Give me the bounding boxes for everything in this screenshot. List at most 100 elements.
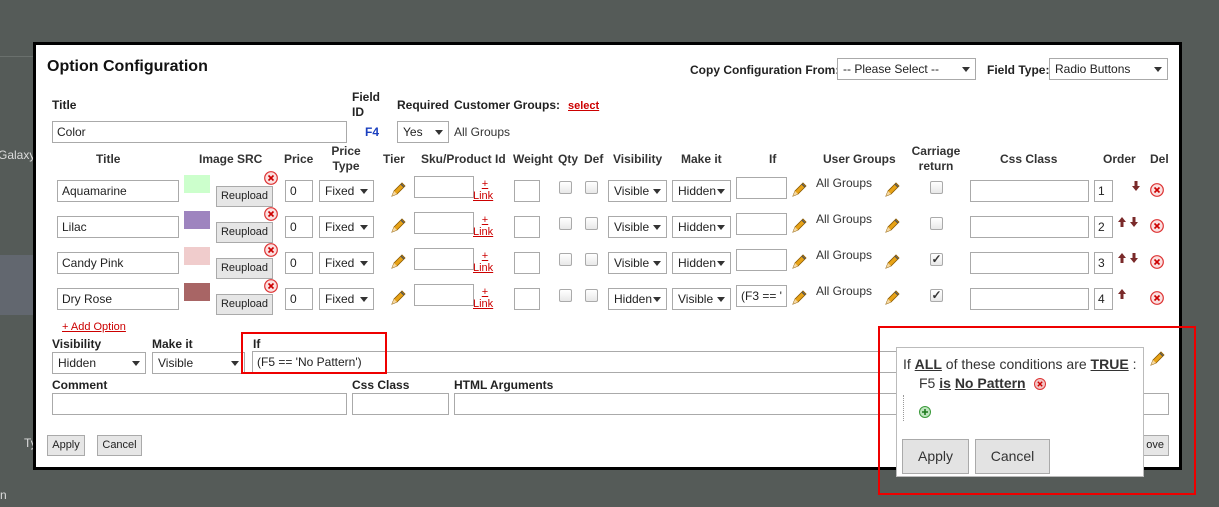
row-visibility-select[interactable]: Visible	[608, 216, 667, 238]
delete-row-icon[interactable]	[1150, 183, 1164, 197]
row-title-input[interactable]	[57, 180, 179, 202]
row-price-input[interactable]	[285, 288, 313, 310]
row-def-checkbox[interactable]	[585, 181, 598, 194]
condition-value[interactable]: No Pattern	[955, 375, 1026, 391]
reupload-button[interactable]: Reupload	[216, 258, 273, 279]
move-down-arrow-icon[interactable]	[1129, 252, 1139, 264]
user-groups-pencil-icon[interactable]	[883, 253, 901, 271]
popup-apply-button[interactable]: Apply	[902, 439, 969, 474]
option-title-input[interactable]	[52, 121, 347, 143]
row-css-class-input[interactable]	[970, 216, 1089, 238]
row-price-type-select[interactable]: Fixed	[319, 216, 374, 238]
row-sku-input[interactable]	[414, 248, 474, 270]
tier-edit-pencil-icon[interactable]	[389, 253, 407, 271]
row-if-input[interactable]	[736, 177, 787, 199]
row-make-it-select[interactable]: Hidden	[672, 252, 731, 274]
row-sku-input[interactable]	[414, 284, 474, 306]
sku-link[interactable]: Link	[473, 262, 493, 274]
row-make-it-select[interactable]: Hidden	[672, 180, 731, 202]
row-visibility-select[interactable]: Visible	[608, 252, 667, 274]
row-def-checkbox[interactable]	[585, 289, 598, 302]
row-weight-input[interactable]	[514, 180, 540, 202]
row-carriage-checkbox[interactable]	[930, 217, 943, 230]
remove-image-icon[interactable]	[264, 171, 278, 185]
tier-edit-pencil-icon[interactable]	[389, 181, 407, 199]
row-css-class-input[interactable]	[970, 180, 1089, 202]
remove-image-icon[interactable]	[264, 279, 278, 293]
row-visibility-select[interactable]: Hidden	[608, 288, 667, 310]
user-groups-pencil-icon[interactable]	[883, 181, 901, 199]
row-price-type-select[interactable]: Fixed	[319, 252, 374, 274]
sku-link[interactable]: Link	[473, 190, 493, 202]
css-class-input[interactable]	[352, 393, 449, 415]
row-qty-checkbox[interactable]	[559, 217, 572, 230]
move-up-arrow-icon[interactable]	[1117, 216, 1127, 228]
row-title-input[interactable]	[57, 288, 179, 310]
row-price-type-select[interactable]: Fixed	[319, 288, 374, 310]
apply-button[interactable]: Apply	[47, 435, 85, 456]
row-price-type-select[interactable]: Fixed	[319, 180, 374, 202]
reupload-button[interactable]: Reupload	[216, 222, 273, 243]
row-if-input[interactable]	[736, 285, 787, 307]
row-sku-input[interactable]	[414, 176, 474, 198]
reupload-button[interactable]: Reupload	[216, 294, 273, 315]
row-weight-input[interactable]	[514, 252, 540, 274]
row-carriage-checkbox[interactable]	[930, 181, 943, 194]
comment-input[interactable]	[52, 393, 347, 415]
sku-plus-link[interactable]: +	[478, 286, 492, 298]
sku-link[interactable]: Link	[473, 226, 493, 238]
row-if-input[interactable]	[736, 249, 787, 271]
popup-cancel-button[interactable]: Cancel	[975, 439, 1050, 474]
add-condition-icon[interactable]	[919, 406, 931, 418]
row-order-input[interactable]	[1094, 252, 1113, 274]
condition-operator[interactable]: is	[939, 375, 951, 391]
row-order-input[interactable]	[1094, 288, 1113, 310]
row-weight-input[interactable]	[514, 288, 540, 310]
customer-groups-select-link[interactable]: select	[568, 100, 599, 112]
bottom-make-it-select[interactable]: Visible	[152, 352, 245, 374]
if-edit-pencil-icon[interactable]	[790, 217, 808, 235]
row-def-checkbox[interactable]	[585, 217, 598, 230]
delete-row-icon[interactable]	[1150, 255, 1164, 269]
sku-plus-link[interactable]: +	[478, 178, 492, 190]
move-down-arrow-icon[interactable]	[1129, 216, 1139, 228]
delete-row-icon[interactable]	[1150, 291, 1164, 305]
row-weight-input[interactable]	[514, 216, 540, 238]
row-if-input[interactable]	[736, 213, 787, 235]
bottom-visibility-select[interactable]: Hidden	[52, 352, 146, 374]
row-order-input[interactable]	[1094, 180, 1113, 202]
user-groups-pencil-icon[interactable]	[883, 289, 901, 307]
row-css-class-input[interactable]	[970, 288, 1089, 310]
pencil-icon[interactable]	[1148, 350, 1166, 368]
row-price-input[interactable]	[285, 252, 313, 274]
row-price-input[interactable]	[285, 216, 313, 238]
remove-image-icon[interactable]	[264, 243, 278, 257]
row-carriage-checkbox[interactable]: ✓	[930, 289, 943, 302]
delete-row-icon[interactable]	[1150, 219, 1164, 233]
cancel-button[interactable]: Cancel	[97, 435, 142, 456]
field-type-select[interactable]: Radio Buttons	[1049, 58, 1168, 80]
true-dropdown[interactable]: TRUE	[1091, 356, 1129, 372]
row-qty-checkbox[interactable]	[559, 181, 572, 194]
reupload-button[interactable]: Reupload	[216, 186, 273, 207]
row-price-input[interactable]	[285, 180, 313, 202]
sku-plus-link[interactable]: +	[478, 250, 492, 262]
row-order-input[interactable]	[1094, 216, 1113, 238]
add-option-link[interactable]: + Add Option	[62, 321, 126, 333]
move-down-arrow-icon[interactable]	[1131, 180, 1141, 192]
required-select[interactable]: Yes	[397, 121, 449, 143]
sku-plus-link[interactable]: +	[478, 214, 492, 226]
row-def-checkbox[interactable]	[585, 253, 598, 266]
row-qty-checkbox[interactable]	[559, 253, 572, 266]
row-make-it-select[interactable]: Visible	[672, 288, 731, 310]
tier-edit-pencil-icon[interactable]	[389, 217, 407, 235]
tier-edit-pencil-icon[interactable]	[389, 289, 407, 307]
all-dropdown[interactable]: ALL	[915, 356, 942, 372]
if-edit-pencil-icon[interactable]	[790, 289, 808, 307]
remove-condition-icon[interactable]	[1034, 378, 1046, 390]
row-title-input[interactable]	[57, 252, 179, 274]
move-up-arrow-icon[interactable]	[1117, 252, 1127, 264]
condition-field[interactable]: F5	[919, 375, 935, 391]
row-sku-input[interactable]	[414, 212, 474, 234]
user-groups-pencil-icon[interactable]	[883, 217, 901, 235]
